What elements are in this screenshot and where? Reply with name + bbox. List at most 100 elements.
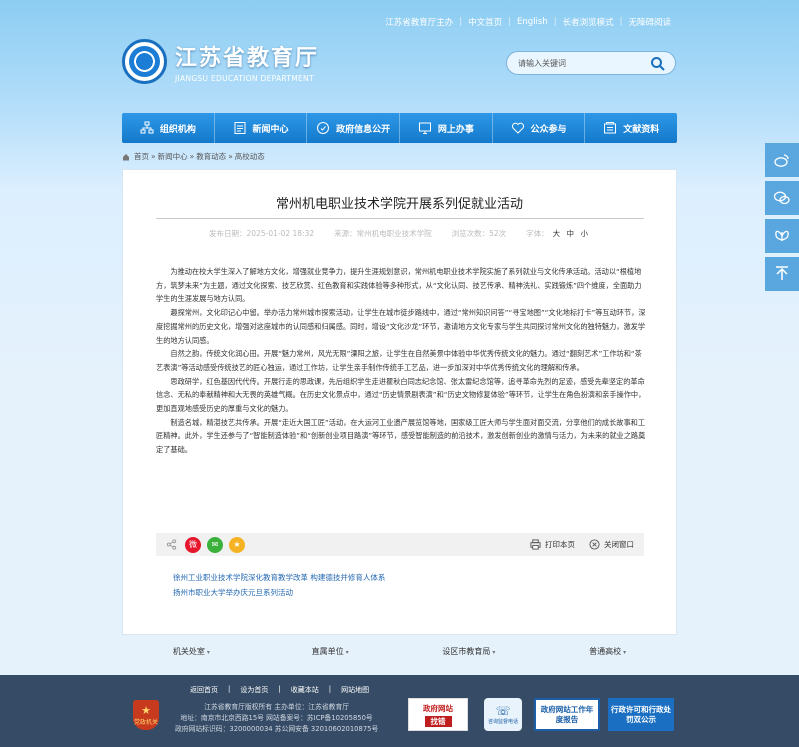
footer-info: 江苏省教育厅版权所有 主办单位：江苏省教育厅 地址：南京市北京西路15号 网站备…: [175, 702, 378, 735]
view-count: 浏览次数：52次: [451, 229, 507, 238]
weibo-icon[interactable]: 微: [185, 536, 201, 553]
affiliate-select[interactable]: 直属单位: [261, 646, 400, 657]
top-utility-bar: 江苏省教育厅主办 | 中文首页 | English | 长者浏览模式 | 无障碍…: [385, 16, 671, 28]
docs-icon: [604, 122, 617, 134]
nav-item-info[interactable]: 政府信息公开: [307, 113, 401, 143]
emblem-icon: [122, 39, 167, 84]
copyright-line: 江苏省教育厅版权所有 主办单位：江苏省教育厅: [204, 703, 350, 711]
related-link[interactable]: 扬州市职业大学举办庆元旦系列活动: [173, 585, 385, 600]
breadcrumb-item[interactable]: 高校动态: [235, 151, 265, 162]
search-icon[interactable]: [650, 56, 666, 72]
party-gov-badge[interactable]: ★ 党政机关: [133, 700, 159, 730]
arrow-up-icon: [776, 266, 788, 280]
share-bar: 微 ✉ ★ 打印本页 关闭窗口: [156, 533, 644, 556]
host-label: 江苏省教育厅主办: [385, 18, 454, 28]
app-float-button[interactable]: [765, 219, 799, 253]
divider: |: [228, 685, 231, 693]
city-bureau-select[interactable]: 设区市教育局: [400, 646, 539, 657]
wechat-icon[interactable]: ✉: [207, 536, 223, 553]
divider: |: [508, 17, 512, 27]
font-size-options[interactable]: 大 中 小: [553, 229, 590, 238]
font-size-label: 字体：: [526, 229, 549, 238]
nav-item-news[interactable]: 新闻中心: [215, 113, 308, 143]
article-title: 常州机电职业技术学院开展系列促就业活动: [275, 197, 523, 212]
paragraph: 自然之韵，传统文化润心田。开展“魅力常州，风光无限”溧阳之旅，让学生在自然美景中…: [156, 349, 642, 372]
elder-mode-link[interactable]: 长者浏览模式: [563, 16, 614, 28]
footer-link[interactable]: 收藏本站: [291, 685, 319, 695]
title-divider: [156, 218, 644, 219]
nav-label: 新闻中心: [252, 124, 289, 135]
weibo-float-button[interactable]: [765, 143, 799, 177]
nav-label: 公众参与: [530, 124, 567, 135]
nav-item-public[interactable]: 公众参与: [493, 113, 586, 143]
font-size-control: 字体： 大 中 小: [526, 228, 590, 239]
divider: |: [328, 685, 332, 693]
phone-badge[interactable]: ☏ 咨询监督电话: [484, 698, 522, 731]
print-icon: [530, 539, 541, 550]
related-articles: 徐州工业职业技术学院深化教育教学改革 构建德技并修育人体系 扬州市职业大学举办庆…: [173, 570, 385, 600]
article-source: 来源：常州机电职业技术学院: [334, 229, 432, 238]
main-nav: 组织机构 新闻中心 政府信息公开 网上办事 公众参与 文献资料: [122, 113, 677, 143]
site-id-line: 政府网站标识码：3200000034 苏公网安备 32010602010875号: [175, 725, 379, 733]
weibo-icon: [774, 154, 789, 167]
related-link[interactable]: 徐州工业职业技术学院深化教育教学改革 构建德技并修育人体系: [173, 570, 385, 585]
logo-title: 江苏省教育厅: [175, 45, 320, 71]
site-group-links: 机关处室 直属单位 设区市教育局 普通高校: [122, 640, 677, 662]
org-icon: [140, 121, 154, 134]
wechat-float-button[interactable]: [765, 181, 799, 215]
breadcrumb-item[interactable]: 新闻中心: [158, 151, 188, 162]
search-box[interactable]: 请输入关键词: [506, 51, 676, 75]
print-label: 打印本页: [545, 540, 575, 549]
footer-link[interactable]: 返回首页: [190, 685, 218, 695]
paragraph: 为推动在校大学生深入了解地方文化，增强就业竞争力，提升生涯规划意识，常州机电职业…: [156, 267, 642, 304]
gov-site-label: 政府网站: [423, 703, 453, 713]
logo-subtitle: JIANGSU EDUCATION DEPARTMENT: [175, 74, 314, 83]
nav-item-org[interactable]: 组织机构: [122, 113, 215, 143]
paragraph: 思政研学，红色基因代代传。开展行走的思政课，先后组织学生走进瞿秋白同志纪念馆、张…: [156, 376, 646, 414]
chinese-home-link[interactable]: 中文首页: [468, 16, 502, 28]
breadcrumb-sep: »: [151, 152, 156, 161]
breadcrumb: 首页» 新闻中心» 教育动态» 高校动态: [122, 151, 265, 162]
gov-site-sublabel: 找错: [424, 715, 452, 727]
nav-item-online[interactable]: 网上办事: [400, 113, 493, 143]
nav-label: 网上办事: [437, 124, 474, 135]
butterfly-icon: [775, 230, 789, 241]
back-to-top-button[interactable]: [765, 257, 799, 291]
phone-icon: ☏: [495, 704, 511, 718]
annual-report-badge[interactable]: 政府网站工作年度报告: [534, 698, 600, 731]
publish-date: 发布日期：2025-01-02 18:32: [209, 229, 315, 238]
close-window-button[interactable]: 关闭窗口: [589, 539, 634, 550]
paragraph: 制造名城，精湛技艺共传承。开展“走近大国工匠”活动，在大运河工业遗产展览馆等地，…: [156, 417, 646, 455]
university-select[interactable]: 普通高校: [538, 646, 677, 657]
nav-label: 文献资料: [623, 124, 660, 135]
heart-icon: [511, 122, 524, 134]
license-penalty-badge[interactable]: 行政许可和行政处罚双公示: [608, 698, 674, 731]
nav-item-docs[interactable]: 文献资料: [585, 113, 677, 143]
accessible-reading-link[interactable]: 无障碍阅读: [628, 16, 671, 28]
close-icon: [589, 539, 600, 550]
breadcrumb-item[interactable]: 首页: [134, 151, 149, 162]
divider: |: [459, 17, 463, 27]
footer: 返回首页 | 设为首页 | 收藏本站 | 网站地图 ★ 党政机关 江苏省教育厅版权所有 …: [0, 675, 799, 747]
online-icon: [418, 122, 431, 134]
english-link[interactable]: English: [517, 17, 548, 27]
close-label: 关闭窗口: [604, 540, 634, 549]
footer-link[interactable]: 设为首页: [240, 685, 268, 695]
print-button[interactable]: 打印本页: [530, 539, 575, 550]
breadcrumb-item[interactable]: 教育动态: [196, 151, 226, 162]
wechat-icon: [773, 191, 790, 205]
nav-label: 组织机构: [159, 124, 196, 135]
gov-site-error-badge[interactable]: 政府网站 找错: [408, 698, 468, 731]
site-logo[interactable]: 江苏省教育厅 JIANGSU EDUCATION DEPARTMENT: [122, 39, 319, 84]
breadcrumb-sep: »: [189, 152, 195, 161]
breadcrumb-sep: »: [228, 152, 233, 161]
divider: |: [553, 17, 557, 27]
search-input[interactable]: 请输入关键词: [518, 58, 566, 69]
footer-link[interactable]: 网站地图: [341, 685, 369, 695]
footer-links: 返回首页 | 设为首页 | 收藏本站 | 网站地图: [190, 685, 369, 695]
share-icon[interactable]: [166, 539, 177, 550]
dept-select[interactable]: 机关处室: [122, 646, 261, 657]
nav-label: 政府信息公开: [336, 124, 391, 135]
divider: |: [278, 685, 281, 693]
favorite-icon[interactable]: ★: [229, 536, 245, 553]
